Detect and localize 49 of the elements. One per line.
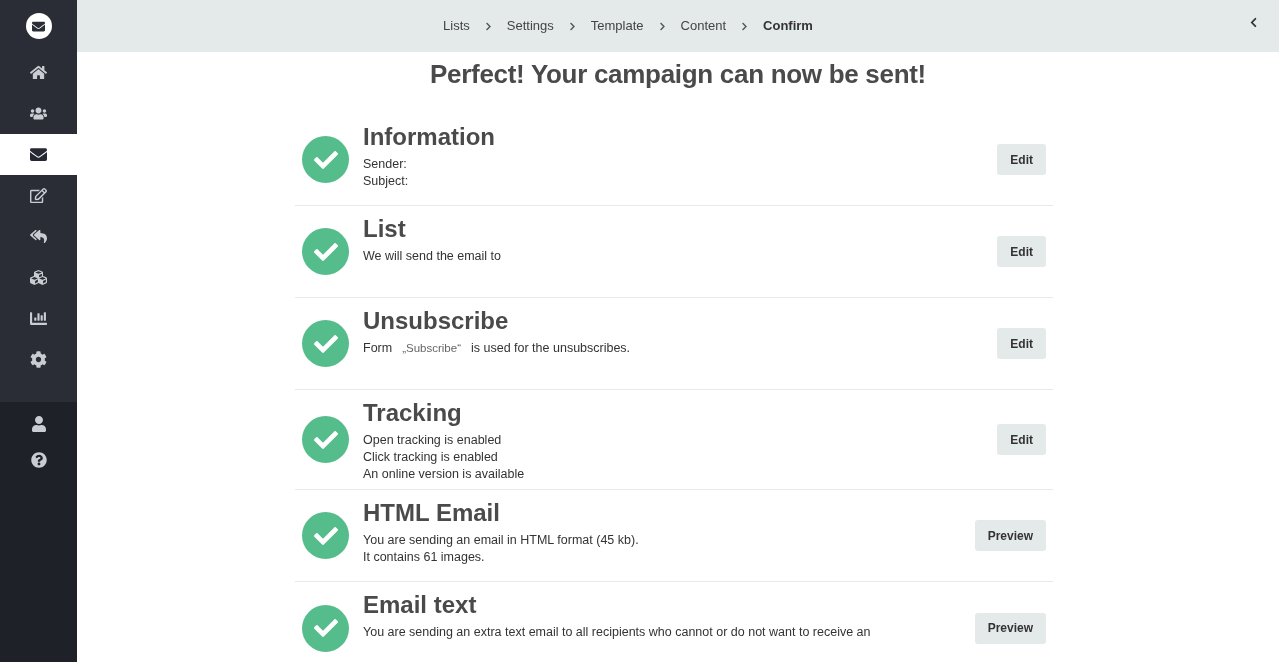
action-button[interactable]: Preview (974, 520, 1046, 551)
users-icon (30, 105, 47, 122)
help-icon (30, 452, 47, 468)
chevron-right-icon (740, 21, 750, 31)
page-heading: Perfect! Your campaign can now be sent! (430, 58, 926, 91)
description-text: We will send the email to (363, 248, 502, 265)
section-title: Unsubscribe (363, 306, 510, 336)
section-title: Information (363, 122, 496, 152)
chevron-right-icon (483, 21, 493, 31)
description-text: Subject: (363, 173, 409, 190)
edit-icon (30, 187, 47, 204)
description-text: Form (363, 340, 393, 357)
breadcrumb-step[interactable]: Lists (443, 16, 470, 36)
sidebar-item[interactable] (0, 134, 77, 175)
envelope-icon (32, 19, 45, 33)
description-text: An online version is available (363, 466, 525, 483)
breadcrumb-step[interactable]: Confirm (763, 16, 813, 36)
description-text: You are sending an email in HTML format (45 kb). (363, 532, 639, 549)
home-icon (30, 64, 47, 81)
collapse-button[interactable] (1248, 17, 1259, 28)
description-text: Sender: (363, 156, 407, 173)
user-icon (30, 416, 47, 432)
breadcrumb-step[interactable]: Settings (506, 16, 554, 36)
description-text: You are sending an extra text email to all recipients who cannot or do not want to receive an (363, 624, 871, 641)
section-title: List (363, 214, 407, 244)
description-text: Open tracking is enabled (363, 432, 502, 449)
action-button[interactable]: Edit (997, 328, 1046, 359)
section-title: HTML Email (363, 498, 501, 528)
chevron-right-icon (657, 21, 667, 31)
action-button[interactable]: Edit (997, 144, 1046, 175)
description-text: It contains 61 images. (363, 549, 485, 566)
cubes-icon (30, 269, 47, 286)
section-title: Email text (363, 590, 478, 620)
breadcrumb-step[interactable]: Template (590, 16, 644, 36)
settings-icon (30, 351, 47, 368)
chevron-right-icon (567, 21, 577, 31)
bar-chart-icon (30, 310, 47, 327)
action-button[interactable]: Preview (974, 612, 1046, 644)
action-button[interactable]: Edit (997, 236, 1046, 267)
chevron-left-icon (1248, 17, 1259, 28)
breadcrumb-step[interactable]: Content (680, 16, 727, 36)
action-button[interactable]: Edit (997, 424, 1046, 455)
description-text: Click tracking is enabled (363, 449, 498, 466)
form-name: „Subscribe“ (402, 341, 461, 356)
app-logo[interactable] (25, 13, 52, 39)
description-text: is used for the unsubscribes. (471, 340, 631, 357)
section-title: Tracking (363, 398, 463, 428)
reply-all-icon (30, 228, 47, 245)
envelope-icon (30, 146, 47, 163)
